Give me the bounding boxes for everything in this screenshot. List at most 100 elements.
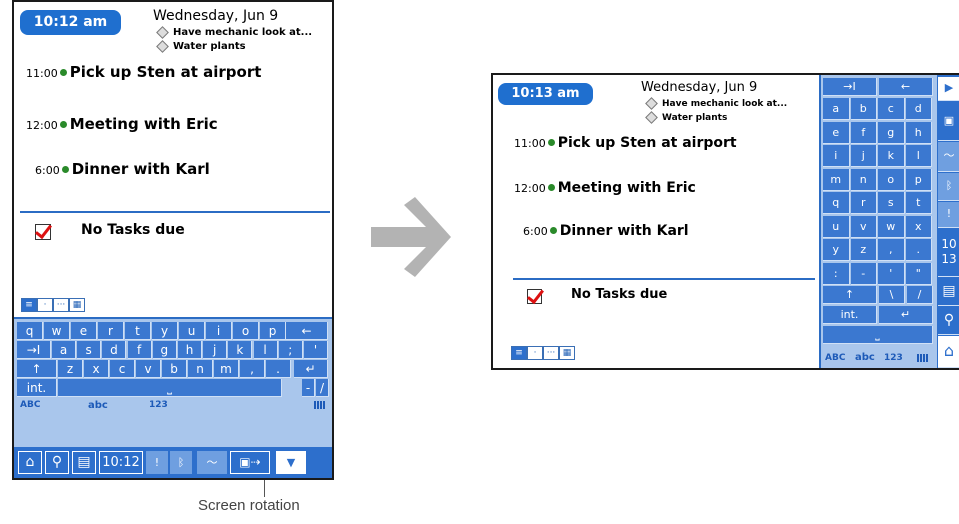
key-w[interactable]: w: [878, 215, 905, 238]
key-b[interactable]: b: [162, 360, 187, 378]
key-o[interactable]: o: [233, 322, 259, 340]
shift-key[interactable]: ↑: [17, 360, 57, 378]
key-b[interactable]: b: [850, 98, 877, 120]
bluetooth-icon[interactable]: ᛒ: [938, 173, 959, 201]
mode-123[interactable]: 123: [149, 400, 168, 410]
keyboard-grid-icon[interactable]: [314, 401, 326, 409]
screen-rotation-icon[interactable]: ▣⇢: [230, 451, 270, 474]
appointment[interactable]: 11:00 Pick up Sten at airport: [514, 135, 737, 151]
tab-key[interactable]: →I: [823, 78, 877, 96]
key-g[interactable]: g: [878, 121, 905, 144]
tab-key[interactable]: →I: [17, 341, 51, 359]
month-view-icon[interactable]: ▦: [559, 346, 575, 360]
key-a[interactable]: a: [823, 98, 850, 120]
key-p[interactable]: p: [905, 168, 932, 191]
home-icon[interactable]: ⌂: [18, 451, 42, 474]
key-l[interactable]: l: [253, 341, 278, 359]
slash-key[interactable]: /: [907, 286, 933, 304]
clock-display[interactable]: 10:12: [99, 451, 143, 474]
key-n[interactable]: n: [188, 360, 213, 378]
untimed-event[interactable]: Water plants: [156, 39, 246, 53]
key-i[interactable]: i: [206, 322, 232, 340]
key-c[interactable]: c: [110, 360, 135, 378]
week-view-icon[interactable]: ···: [543, 346, 559, 360]
key-q[interactable]: q: [17, 322, 43, 340]
slash-key[interactable]: /: [316, 379, 329, 397]
backspace-key[interactable]: ←: [286, 322, 328, 340]
checkbox-icon[interactable]: [35, 224, 51, 240]
key-i[interactable]: i: [823, 145, 850, 167]
key-symbol[interactable]: ': [304, 341, 328, 359]
international-key[interactable]: int.: [17, 379, 57, 397]
key-c[interactable]: c: [878, 98, 905, 120]
key-g[interactable]: g: [152, 341, 177, 359]
view-selector[interactable]: ≡ · ··· ▦: [511, 346, 575, 360]
key-a[interactable]: a: [52, 341, 76, 359]
key-symbol[interactable]: .: [266, 360, 291, 378]
menu-icon[interactable]: ▤: [938, 278, 959, 306]
mode-abc[interactable]: abc: [855, 352, 875, 363]
key-e[interactable]: e: [71, 322, 97, 340]
input-area-icon[interactable]: ▼: [276, 451, 306, 474]
mode-123[interactable]: 123: [884, 353, 903, 363]
key-t[interactable]: t: [905, 192, 932, 214]
key-q[interactable]: q: [823, 192, 850, 214]
view-selector[interactable]: ≡ · ··· ▦: [21, 298, 85, 312]
mode-abc[interactable]: abc: [88, 400, 108, 411]
menu-icon[interactable]: ▤: [72, 451, 96, 474]
key-d[interactable]: d: [102, 341, 127, 359]
graffiti-icon[interactable]: 〜: [197, 451, 227, 474]
key-y[interactable]: y: [152, 322, 178, 340]
list-view-icon[interactable]: ≡: [511, 346, 527, 360]
key-h[interactable]: h: [905, 121, 932, 144]
mode-abc-caps[interactable]: ABC: [825, 353, 845, 363]
key-u[interactable]: u: [823, 215, 850, 238]
key-symbol[interactable]: ;: [278, 341, 303, 359]
find-icon[interactable]: ⚲: [938, 307, 959, 335]
enter-key[interactable]: ↵: [294, 360, 328, 378]
key-p[interactable]: p: [260, 322, 286, 340]
input-area-icon[interactable]: ▶: [938, 77, 959, 101]
key-k[interactable]: k: [228, 341, 253, 359]
key-symbol[interactable]: -: [850, 262, 877, 285]
time-badge[interactable]: 10:12 am: [20, 10, 121, 35]
key-f[interactable]: f: [127, 341, 152, 359]
bluetooth-icon[interactable]: ᛒ: [170, 451, 192, 474]
appointment[interactable]: 12:00 Meeting with Eric: [26, 115, 218, 133]
backspace-key[interactable]: ←: [879, 78, 933, 96]
key-w[interactable]: w: [44, 322, 70, 340]
key-s[interactable]: s: [77, 341, 102, 359]
home-icon[interactable]: ⌂: [938, 336, 959, 368]
appointment[interactable]: 11:00 Pick up Sten at airport: [26, 63, 261, 81]
key-r[interactable]: r: [98, 322, 124, 340]
international-key[interactable]: int.: [823, 306, 877, 324]
key-z[interactable]: z: [58, 360, 83, 378]
checkbox-icon[interactable]: [527, 289, 542, 304]
time-badge[interactable]: 10:13 am: [498, 83, 593, 105]
keyboard-grid-icon[interactable]: [917, 354, 929, 362]
key-j[interactable]: j: [850, 145, 877, 167]
key-z[interactable]: z: [850, 239, 877, 261]
alert-icon[interactable]: !: [938, 202, 959, 228]
key-y[interactable]: y: [823, 239, 850, 261]
key-l[interactable]: l: [905, 145, 932, 167]
key-j[interactable]: j: [203, 341, 228, 359]
mode-abc-caps[interactable]: ABC: [20, 400, 40, 410]
day-view-icon[interactable]: ·: [37, 298, 53, 312]
key-u[interactable]: u: [179, 322, 205, 340]
key-h[interactable]: h: [178, 341, 202, 359]
key-d[interactable]: d: [905, 98, 932, 120]
untimed-event[interactable]: Have mechanic look at...: [645, 97, 787, 110]
untimed-event[interactable]: Water plants: [645, 111, 727, 124]
key-f[interactable]: f: [850, 121, 877, 144]
appointment[interactable]: 6:00 Dinner with Karl: [35, 160, 210, 178]
key-v[interactable]: v: [850, 215, 877, 238]
key-m[interactable]: m: [823, 168, 850, 191]
untimed-event[interactable]: Have mechanic look at...: [156, 25, 312, 39]
key-symbol[interactable]: ": [905, 262, 932, 285]
key-m[interactable]: m: [214, 360, 239, 378]
key-o[interactable]: o: [878, 168, 905, 191]
graffiti-icon[interactable]: 〜: [938, 142, 959, 172]
key-symbol[interactable]: ,: [240, 360, 265, 378]
key-x[interactable]: x: [84, 360, 109, 378]
